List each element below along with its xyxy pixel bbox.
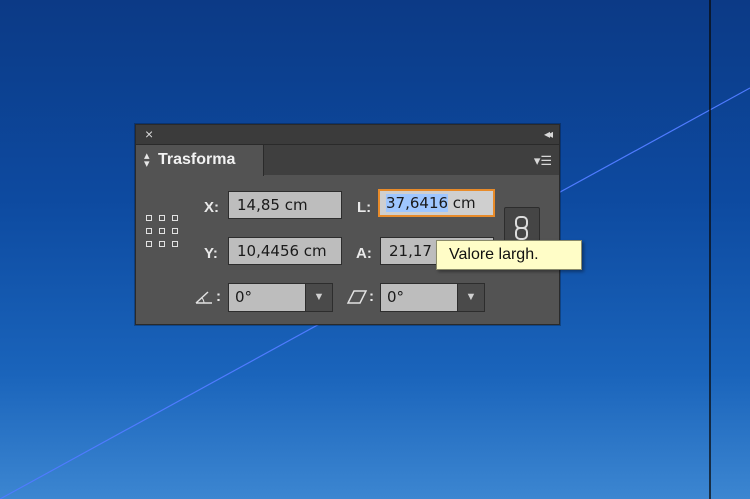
- shear-icon: [346, 290, 368, 304]
- l-label: L:: [357, 199, 372, 216]
- shear-suffix: :: [369, 288, 374, 305]
- transform-panel: × ◂◂ ▴ ▾ Trasforma ▾☰ X: 14,85 cm L: 37,6…: [135, 124, 560, 325]
- panel-titlebar[interactable]: × ◂◂: [136, 125, 559, 145]
- tab-title: Trasforma: [158, 151, 236, 168]
- x-field[interactable]: 14,85 cm: [228, 191, 342, 219]
- close-icon[interactable]: ×: [145, 126, 153, 142]
- tab-row: ▴ ▾ Trasforma ▾☰: [136, 145, 559, 176]
- reference-point-icon[interactable]: [146, 215, 178, 247]
- panel-menu-icon[interactable]: ▾☰: [534, 153, 552, 169]
- expand-arrows-icon[interactable]: ▴ ▾: [144, 151, 150, 170]
- width-field[interactable]: 37,6416 cm: [378, 189, 495, 217]
- x-label: X:: [204, 199, 219, 216]
- rotate-value: 0°: [235, 288, 253, 306]
- shear-value: 0°: [387, 288, 405, 306]
- tab-transform[interactable]: ▴ ▾ Trasforma: [136, 145, 264, 176]
- y-field[interactable]: 10,4456 cm: [228, 237, 342, 265]
- rotate-select[interactable]: 0° ▼: [228, 283, 333, 312]
- rotate-suffix: :: [216, 288, 221, 305]
- width-unit: cm: [448, 194, 476, 212]
- shear-select[interactable]: 0° ▼: [380, 283, 485, 312]
- chevron-down-icon[interactable]: ▼: [305, 284, 332, 311]
- y-label: Y:: [204, 245, 218, 262]
- rotate-icon: [195, 291, 212, 304]
- a-label: A:: [356, 245, 372, 262]
- width-selected-text: 37,6416: [386, 194, 449, 212]
- chevron-down-icon[interactable]: ▼: [457, 284, 484, 311]
- collapse-icon[interactable]: ◂◂: [544, 126, 553, 143]
- tooltip: Valore largh.: [436, 240, 582, 270]
